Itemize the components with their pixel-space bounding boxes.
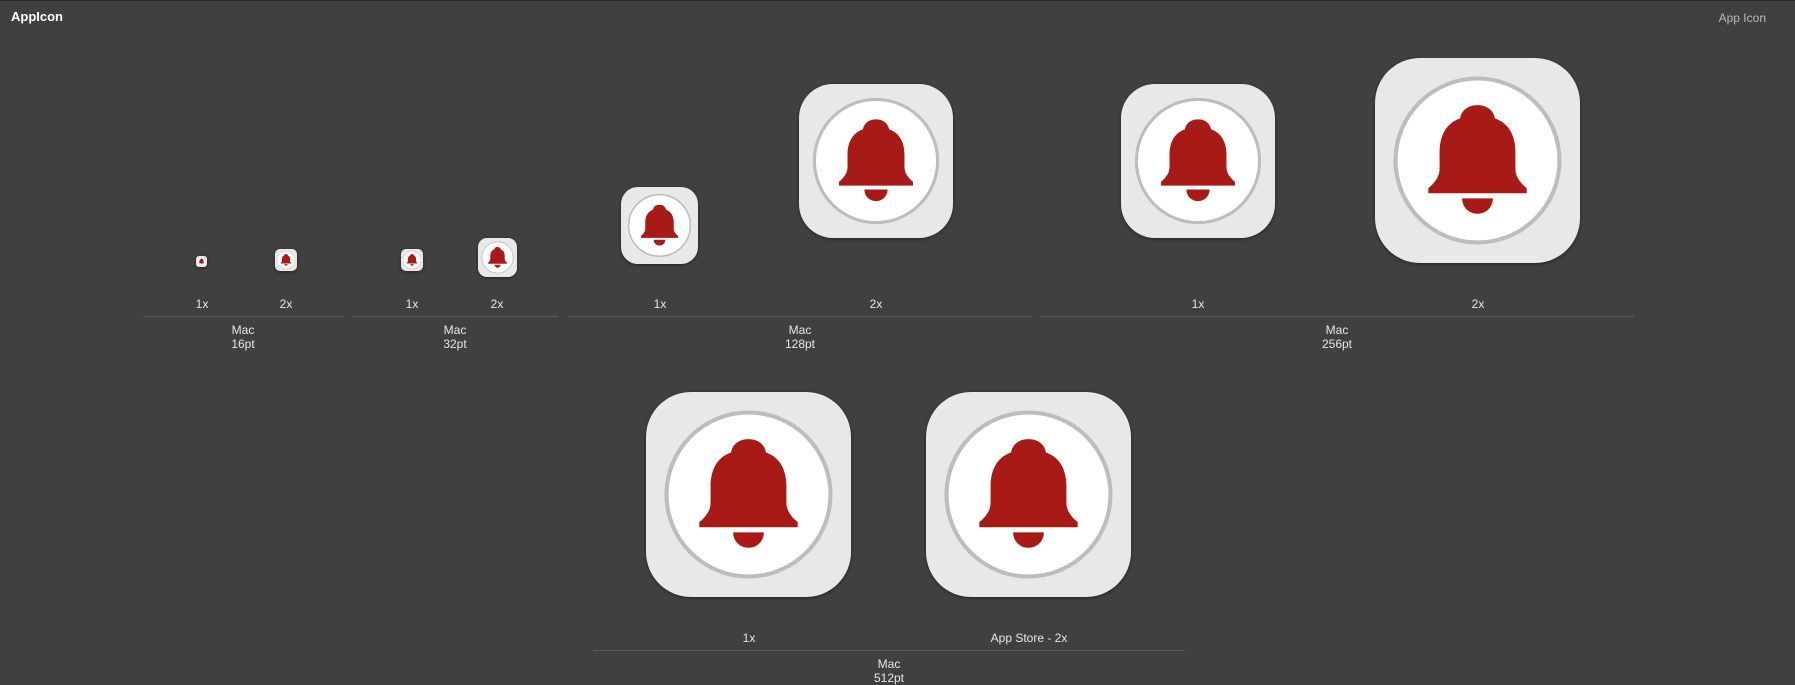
platform-label: Mac	[231, 323, 255, 337]
group-divider	[1041, 316, 1634, 317]
app-icon-well-512pt-app-store-2x[interactable]	[926, 392, 1131, 597]
platform-label: Mac	[877, 657, 901, 671]
group-label-128pt: Mac 128pt	[785, 323, 815, 351]
app-icon-well-16pt-1x[interactable]	[196, 256, 207, 267]
group-label-512pt: Mac 512pt	[874, 657, 904, 685]
scale-label: 2x	[1471, 297, 1485, 311]
size-label: 32pt	[443, 337, 467, 351]
size-label: 256pt	[1321, 337, 1353, 351]
group-label-32pt: Mac 32pt	[443, 323, 466, 351]
scale-label: 2x	[869, 297, 883, 311]
scale-label: 1x	[742, 631, 756, 645]
group-label-16pt: Mac 16pt	[231, 323, 254, 351]
size-label: 16pt	[231, 337, 255, 351]
app-icon-well-128pt-2x[interactable]	[799, 84, 953, 238]
asset-title: AppIcon	[11, 9, 63, 24]
scale-label: 1x	[653, 297, 667, 311]
scale-label: 1x	[1191, 297, 1205, 311]
app-icon-well-256pt-2x[interactable]	[1375, 58, 1580, 263]
group-divider	[143, 316, 343, 317]
scale-label: 2x	[279, 297, 293, 311]
platform-label: Mac	[788, 323, 812, 337]
size-label: 512pt	[873, 671, 905, 685]
platform-label: Mac	[1325, 323, 1349, 337]
asset-type-label: App Icon	[1718, 11, 1766, 25]
size-label: 128pt	[784, 337, 816, 351]
scale-label: App Store - 2x	[990, 631, 1068, 645]
scale-label: 1x	[195, 297, 209, 311]
app-icon-well-256pt-1x[interactable]	[1121, 84, 1275, 238]
app-icon-well-512pt-1x[interactable]	[646, 392, 851, 597]
scale-label: 2x	[490, 297, 504, 311]
group-label-256pt: Mac 256pt	[1322, 323, 1352, 351]
app-icon-well-16pt-2x[interactable]	[275, 249, 297, 271]
platform-label: Mac	[443, 323, 467, 337]
group-divider	[568, 316, 1031, 317]
app-icon-well-32pt-1x[interactable]	[401, 249, 423, 271]
app-icon-well-128pt-1x[interactable]	[621, 187, 698, 264]
window-top-border	[0, 0, 1795, 1]
group-divider	[353, 316, 558, 317]
app-icon-well-32pt-2x[interactable]	[478, 238, 517, 277]
group-divider	[593, 650, 1185, 651]
scale-label: 1x	[405, 297, 419, 311]
